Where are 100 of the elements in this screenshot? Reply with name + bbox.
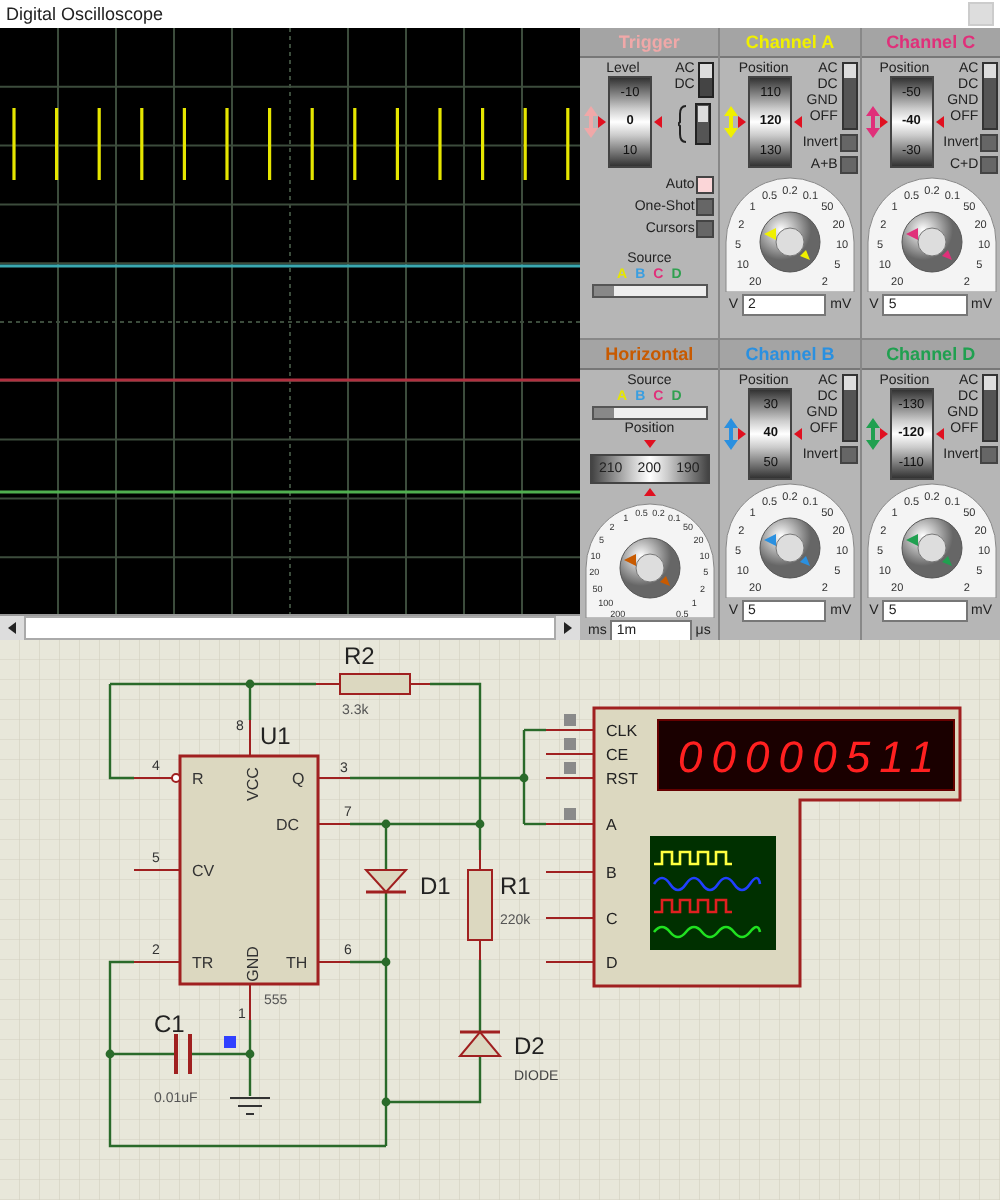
component-label: R2 xyxy=(344,642,375,670)
pin-marker xyxy=(564,714,576,726)
scroll-left-button[interactable] xyxy=(0,616,24,640)
coupling-switch[interactable] xyxy=(982,374,999,442)
junction-dot xyxy=(381,957,391,967)
junction-dot xyxy=(245,679,255,689)
knob-drawing[interactable] xyxy=(760,211,822,273)
selection-handle xyxy=(224,1036,236,1048)
knob-drawing[interactable] xyxy=(900,211,962,273)
pin-name: A xyxy=(606,816,617,834)
switch-thumb[interactable] xyxy=(984,376,997,390)
pin-name: VCC xyxy=(244,767,262,801)
pin-name: GND xyxy=(244,946,262,982)
scroll-right-button[interactable] xyxy=(556,616,580,640)
toggle-button[interactable] xyxy=(980,446,999,464)
switch-thumb[interactable] xyxy=(843,376,856,390)
pin-name: TR xyxy=(192,954,214,972)
pin-name: TH xyxy=(286,954,308,972)
pin-line xyxy=(317,823,351,825)
toggle-button[interactable] xyxy=(980,134,999,152)
pin-line xyxy=(409,683,431,685)
pin-marker xyxy=(564,808,576,820)
panel-title: Channel A xyxy=(745,32,835,52)
pin-line xyxy=(133,869,181,871)
pin-name: R xyxy=(192,770,204,788)
toggle-button[interactable] xyxy=(839,156,858,174)
coupling-switch[interactable] xyxy=(698,62,715,98)
pin-line xyxy=(479,849,481,871)
pin-marker xyxy=(564,738,576,750)
inversion-bubble-icon xyxy=(171,773,181,783)
pin-line xyxy=(545,823,595,825)
toggle-button[interactable] xyxy=(696,220,715,238)
panel-title: Channel B xyxy=(745,344,835,364)
panel-title: Channel C xyxy=(886,32,976,52)
component-label: U1 xyxy=(260,722,291,750)
component-label: R1 xyxy=(500,872,531,900)
pin-name: B xyxy=(606,864,617,882)
pin-line xyxy=(545,871,595,873)
pin-name: Q xyxy=(292,770,305,788)
switch-thumb[interactable] xyxy=(984,64,997,78)
toggle-button[interactable] xyxy=(980,156,999,174)
panel-title: Horizontal xyxy=(605,344,694,364)
junction-dot xyxy=(105,1049,115,1059)
pin-line xyxy=(545,961,595,963)
pin-line xyxy=(545,917,595,919)
pin-name: CV xyxy=(192,862,215,880)
coupling-switch[interactable] xyxy=(841,62,858,130)
up-down-arrow-icon[interactable] xyxy=(724,106,739,138)
coupling-switch[interactable] xyxy=(982,62,999,130)
diode-drawing xyxy=(457,1030,503,1057)
ground-icon xyxy=(229,1097,271,1115)
pin-name: RST xyxy=(606,770,638,788)
pin-line xyxy=(315,683,341,685)
pin-name: C xyxy=(606,910,618,928)
pin-line xyxy=(133,777,173,779)
resistor-body xyxy=(467,869,493,941)
toggle-button[interactable] xyxy=(839,134,858,152)
knob-drawing[interactable] xyxy=(760,517,822,579)
pin-line xyxy=(479,939,481,961)
toggle-button[interactable] xyxy=(696,198,715,216)
toggle-button[interactable] xyxy=(696,176,715,194)
component-label: D1 xyxy=(420,872,451,900)
pin-name: CLK xyxy=(606,722,638,740)
pin-line xyxy=(317,961,351,963)
counter-digits: 00000511 xyxy=(678,732,934,782)
capacitor-drawing xyxy=(174,1032,192,1076)
source-slider[interactable] xyxy=(591,406,708,420)
marker-icon xyxy=(643,440,656,448)
switch-thumb[interactable] xyxy=(700,64,713,78)
slider-thumb[interactable] xyxy=(593,408,614,418)
junction-dot xyxy=(475,819,485,829)
pin-line xyxy=(545,753,595,755)
junction-dot xyxy=(245,1049,255,1059)
right-arrow-icon xyxy=(564,622,572,634)
pin-line xyxy=(545,777,595,779)
mini-scope-drawing xyxy=(650,836,776,950)
pin-name: D xyxy=(606,954,618,972)
coupling-switch[interactable] xyxy=(841,374,858,442)
panel-title: Trigger xyxy=(618,32,680,52)
pin-name: CE xyxy=(606,746,629,764)
window-title: Digital Oscilloscope xyxy=(6,4,164,24)
toggle-button[interactable] xyxy=(839,446,858,464)
knob-drawing[interactable] xyxy=(619,537,681,599)
pin-line xyxy=(317,777,351,779)
junction-dot xyxy=(381,819,391,829)
panel-title: Channel D xyxy=(886,344,976,364)
pin-line xyxy=(249,983,251,1021)
left-arrow-icon xyxy=(8,622,16,634)
pin-line xyxy=(249,719,251,757)
knob-drawing[interactable] xyxy=(900,517,962,579)
source-slider[interactable] xyxy=(591,284,708,298)
pin-name: DC xyxy=(276,816,300,834)
wire xyxy=(478,960,482,1032)
marker-icon xyxy=(643,488,656,496)
switch-thumb[interactable] xyxy=(843,64,856,78)
junction-dot xyxy=(381,1097,391,1107)
pin-marker xyxy=(564,762,576,774)
junction-dot xyxy=(519,773,529,783)
slider-thumb[interactable] xyxy=(593,286,614,296)
component-label: D2 xyxy=(514,1032,545,1060)
